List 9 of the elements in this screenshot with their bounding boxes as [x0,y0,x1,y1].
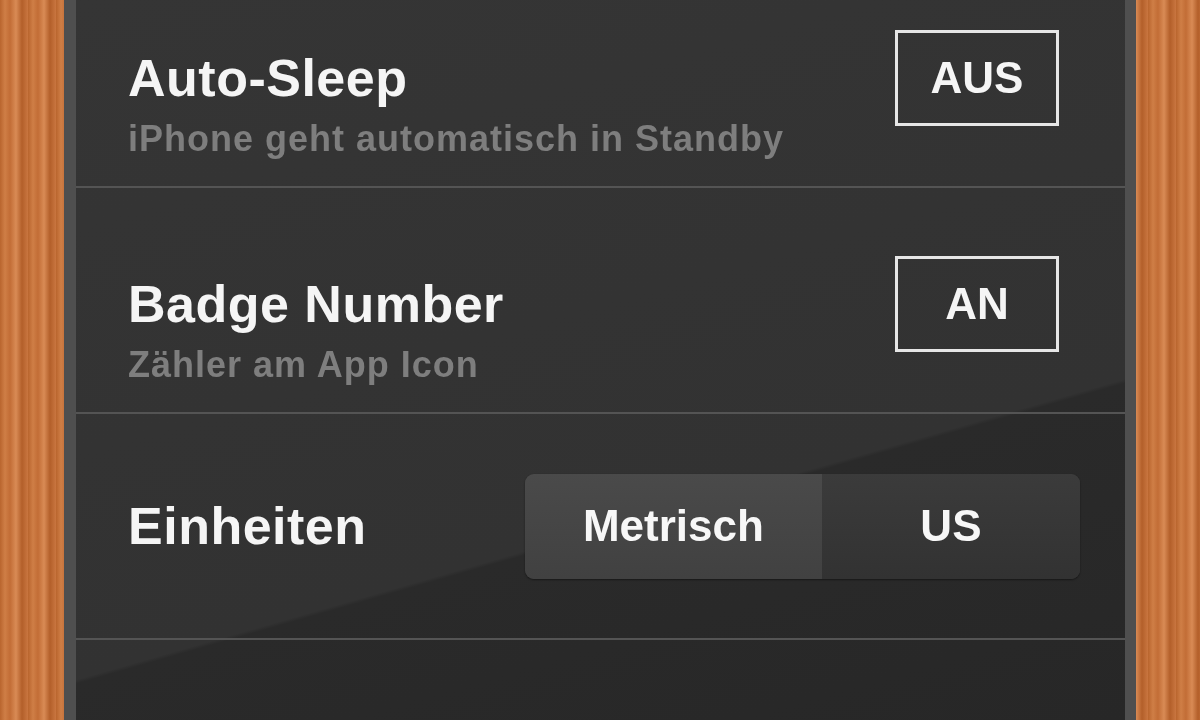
segment-button[interactable]: Metrisch [525,473,822,579]
setting-title: Auto-Sleep [128,48,408,108]
setting-title: Badge Number [128,274,504,334]
toggle-button[interactable]: AUS [895,30,1059,126]
segment-button[interactable]: US [821,473,1080,579]
toggle-button[interactable]: AN [895,256,1059,352]
setting-title: Einheiten [128,496,367,556]
setting-description: iPhone geht automatisch in Standby [128,118,785,160]
setting-description: Zähler am App Icon [128,344,479,386]
